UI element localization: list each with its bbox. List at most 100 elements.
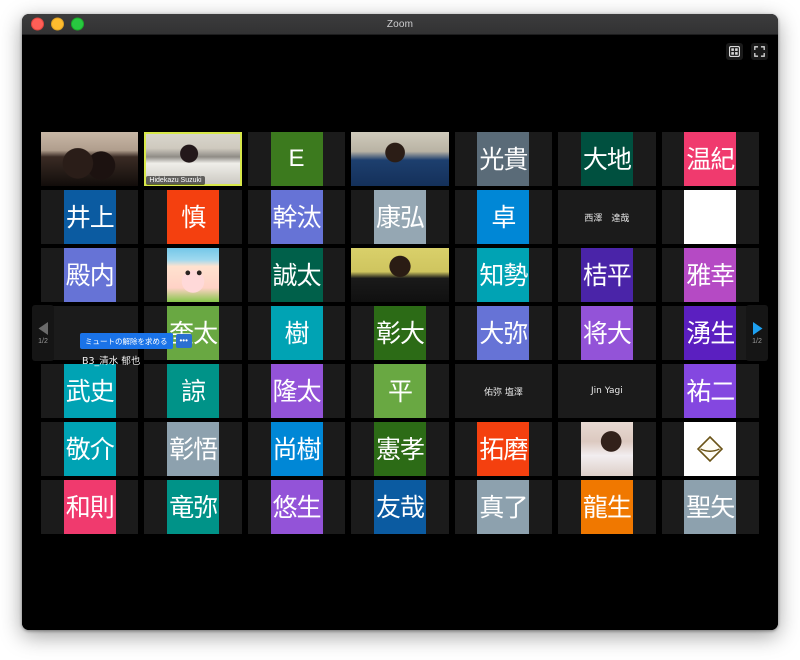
participant-avatar-initials: 大地 — [580, 132, 633, 186]
participant-hover-controls: ミュートの解除を求める ••• — [80, 333, 192, 349]
participant-name-label: 佑弥 塩澤 — [483, 387, 523, 398]
participant-video-feed — [167, 248, 220, 302]
participant-avatar-initials: 井上 — [63, 190, 116, 244]
participant-tile[interactable]: 尚樹 — [245, 420, 348, 478]
enter-full-screen-icon[interactable] — [751, 43, 768, 60]
participant-avatar-initials: 友哉 — [373, 480, 426, 534]
participant-tile[interactable]: 殿内 — [38, 246, 141, 304]
participant-tile[interactable]: 龍生 — [555, 478, 658, 536]
participant-tile[interactable]: 知勢 — [452, 246, 555, 304]
hovered-participant-name: B3_清水 郁也 — [82, 356, 141, 367]
participant-avatar-initials: 平 — [373, 364, 426, 418]
participant-avatar-initials: 卓 — [477, 190, 530, 244]
window-title: Zoom — [386, 18, 414, 30]
page-indicator-left: 1/2 — [38, 338, 48, 345]
participant-avatar-initials — [684, 190, 737, 244]
participant-tile[interactable]: 光貴 — [452, 130, 555, 188]
participant-tile[interactable]: 真了 — [452, 478, 555, 536]
participant-avatar-initials: 康弘 — [373, 190, 426, 244]
participant-avatar-initials: 憲孝 — [373, 422, 426, 476]
participant-tile[interactable]: 誠太 — [245, 246, 348, 304]
participant-tile[interactable]: 憲孝 — [348, 420, 451, 478]
participant-tile[interactable]: 慎 — [141, 188, 244, 246]
participant-avatar-initials: 諒 — [167, 364, 220, 418]
participant-avatar-initials: 大弥 — [477, 306, 530, 360]
window-title-bar: Zoom — [22, 14, 778, 35]
participant-avatar-initials: E — [270, 132, 323, 186]
participant-avatar-initials: 知勢 — [477, 248, 530, 302]
participant-tile[interactable] — [141, 246, 244, 304]
participant-tile[interactable]: 幹汰 — [245, 188, 348, 246]
page-indicator-right: 1/2 — [752, 338, 762, 345]
traffic-light-controls[interactable] — [31, 17, 84, 31]
participant-tile[interactable]: 武史 — [38, 362, 141, 420]
participant-avatar-initials: 祐二 — [684, 364, 737, 418]
participant-avatar-initials: 悠生 — [270, 480, 323, 534]
participant-tile[interactable]: 佑弥 塩澤 — [452, 362, 555, 420]
participant-tile[interactable]: E — [245, 130, 348, 188]
participant-tile[interactable] — [348, 246, 451, 304]
participant-avatar-initials: 殿内 — [63, 248, 116, 302]
participant-logo-avatar — [684, 422, 737, 476]
participant-tile[interactable]: 彰大 — [348, 304, 451, 362]
participant-avatar-initials: 幹汰 — [270, 190, 323, 244]
stage-top-controls — [726, 43, 768, 60]
view-grid-icon[interactable] — [726, 43, 743, 60]
more-options-icon[interactable]: ••• — [175, 334, 192, 348]
participant-video-feed: Hidekazu Suzuki — [144, 132, 242, 186]
participant-tile[interactable]: 隆太 — [245, 362, 348, 420]
minimize-window-button[interactable] — [51, 17, 64, 31]
previous-page-button[interactable]: 1/2 — [32, 305, 54, 361]
maximize-window-button[interactable] — [71, 17, 84, 31]
participant-name-only-tile: Jin Yagi — [558, 364, 656, 418]
participant-avatar-initials: 尚樹 — [270, 422, 323, 476]
participant-tile[interactable]: 友哉 — [348, 478, 451, 536]
participant-avatar-initials: 将大 — [580, 306, 633, 360]
participant-tile[interactable]: 康弘 — [348, 188, 451, 246]
participant-avatar-initials: 雅幸 — [684, 248, 737, 302]
participant-avatar-initials: 彰大 — [373, 306, 426, 360]
participant-tile[interactable]: 将大 — [555, 304, 658, 362]
participant-tile[interactable]: 竜弥 — [141, 478, 244, 536]
participant-tile[interactable]: 拓磨 — [452, 420, 555, 478]
participant-tile[interactable]: 西澤 達哉 — [555, 188, 658, 246]
participant-avatar-initials: 龍生 — [580, 480, 633, 534]
close-window-button[interactable] — [31, 17, 44, 31]
participant-tile[interactable] — [555, 420, 658, 478]
participant-name-label: Jin Yagi — [590, 386, 623, 396]
participant-tile[interactable]: Jin Yagi — [555, 362, 658, 420]
participant-tile[interactable]: 温紀 — [659, 130, 762, 188]
participant-tile[interactable]: 諒 — [141, 362, 244, 420]
participant-tile[interactable]: 聖矢 — [659, 478, 762, 536]
participant-avatar-initials: 誠太 — [270, 248, 323, 302]
participant-avatar-initials: 和則 — [63, 480, 116, 534]
participant-avatar-initials: 湧生 — [684, 306, 737, 360]
participant-tile[interactable]: 祐二 — [659, 362, 762, 420]
zoom-video-stage: 1/2 1/2 Hidekazu Suzuki E 光貴 大地 温紀井上慎幹汰 康弘卓 西澤… — [22, 35, 778, 630]
participant-tile[interactable]: 平 — [348, 362, 451, 420]
zoom-application-window: Zoom 1/2 1/2 Hidekazu Suzuki E 光貴 大地 温紀 … — [22, 14, 778, 630]
participant-tile[interactable] — [348, 130, 451, 188]
participant-tile[interactable]: 大地 — [555, 130, 658, 188]
participant-tile[interactable]: 悠生 — [245, 478, 348, 536]
participant-tile[interactable] — [659, 420, 762, 478]
participant-tile[interactable]: 井上 — [38, 188, 141, 246]
participant-tile[interactable]: 彰悟 — [141, 420, 244, 478]
participant-tile[interactable] — [659, 188, 762, 246]
participant-tile[interactable]: 桔平 — [555, 246, 658, 304]
participant-tile[interactable]: 樹 — [245, 304, 348, 362]
participant-avatar-initials: 真了 — [477, 480, 530, 534]
participant-tile[interactable]: 大弥 — [452, 304, 555, 362]
participant-tile[interactable]: 和則 — [38, 478, 141, 536]
participant-tile[interactable]: 敬介 — [38, 420, 141, 478]
video-name-label: Hidekazu Suzuki — [146, 176, 205, 185]
desktop-background: Zoom 1/2 1/2 Hidekazu Suzuki E 光貴 大地 温紀 … — [0, 0, 800, 660]
ask-to-unmute-button[interactable]: ミュートの解除を求める — [80, 333, 173, 349]
participant-video-feed — [351, 248, 449, 302]
next-page-button[interactable]: 1/2 — [746, 305, 768, 361]
participant-tile[interactable]: 卓 — [452, 188, 555, 246]
participant-tile[interactable]: Hidekazu Suzuki — [141, 130, 244, 188]
chevron-left-icon — [38, 322, 48, 335]
participant-tile[interactable]: 雅幸 — [659, 246, 762, 304]
participant-tile[interactable] — [38, 130, 141, 188]
